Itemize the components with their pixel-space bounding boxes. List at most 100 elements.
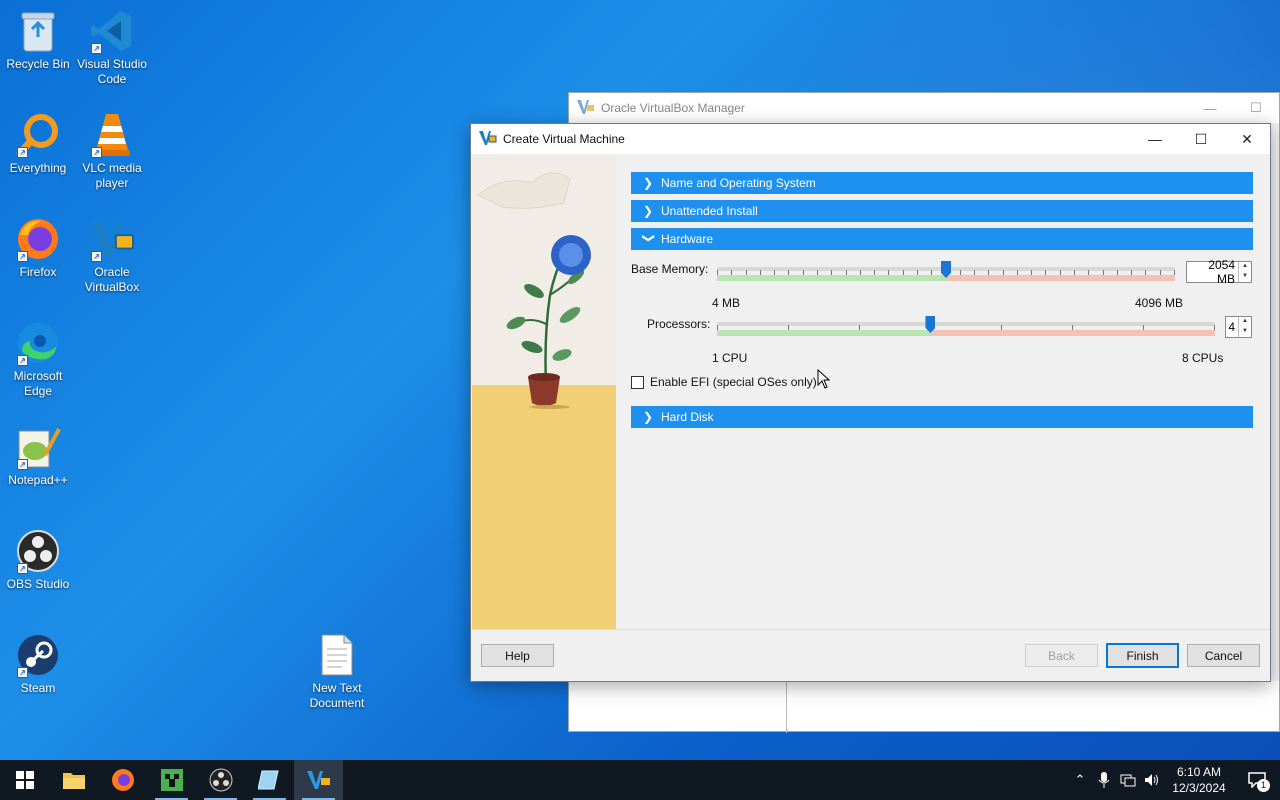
taskbar-virtualbox[interactable] (294, 760, 343, 800)
desktop-icon-label: Visual Studio Code (77, 57, 147, 86)
taskbar-file-explorer[interactable] (49, 760, 98, 800)
slider-tick (788, 325, 789, 330)
spin-up-icon[interactable]: ▲ (1239, 262, 1251, 272)
slider-tick (831, 270, 832, 275)
vlc-icon: ↗ (89, 112, 135, 158)
desktop-icon-label: Recycle Bin (6, 57, 70, 71)
start-icon (15, 771, 34, 789)
spin-down-icon[interactable]: ▼ (1239, 272, 1251, 282)
desktop-icon-vscode[interactable]: ↗ Visual Studio Code (74, 8, 150, 87)
chevron-down-icon: ❯ (642, 233, 656, 244)
desktop-icon-label: Oracle VirtualBox (84, 265, 140, 294)
file-explorer-icon (62, 773, 85, 789)
processors-spinbox[interactable]: 4 ▲ ▼ (1225, 316, 1252, 338)
back-button[interactable]: Back (1025, 644, 1098, 667)
desktop-icon-notepadpp[interactable]: ↗ Notepad++ (0, 424, 76, 488)
taskbar-firefox[interactable] (98, 760, 147, 800)
help-button[interactable]: Help (481, 644, 554, 667)
section-name-and-os[interactable]: ❯ Name and Operating System (631, 172, 1253, 194)
notepad-icon (257, 770, 279, 790)
base-memory-spinbox[interactable]: 2054 MB ▲ ▼ (1186, 258, 1252, 286)
slider-tick (1017, 270, 1018, 275)
manager-minimize-button[interactable]: — (1187, 93, 1233, 123)
obs-icon: ↗ (15, 528, 61, 574)
enable-efi-label: Enable EFI (special OSes only) (650, 375, 817, 389)
slider-tick (746, 270, 747, 275)
section-unattended-install[interactable]: ❯ Unattended Install (631, 200, 1253, 222)
desktop-icon-virtualbox[interactable]: ↗ Oracle VirtualBox (74, 216, 150, 295)
dialog-close-button[interactable]: ✕ (1224, 124, 1270, 154)
chevron-right-icon: ❯ (643, 176, 654, 190)
desktop-icon-recycle-bin[interactable]: Recycle Bin (0, 8, 76, 72)
slider-tick (803, 270, 804, 275)
dialog-button-bar: Help Back Finish Cancel (471, 629, 1270, 681)
action-center-button[interactable]: 1 (1234, 760, 1280, 800)
desktop-icon-firefox[interactable]: ↗ Firefox (0, 216, 76, 280)
slider-tick (731, 270, 732, 275)
enable-efi-checkbox-row[interactable]: Enable EFI (special OSes only) (631, 375, 817, 389)
volume-icon[interactable] (1140, 760, 1164, 800)
notepadpp-icon: ↗ (15, 424, 61, 470)
enable-efi-checkbox[interactable] (631, 375, 644, 389)
manager-pane-divider[interactable] (786, 681, 787, 733)
manager-title: Oracle VirtualBox Manager (601, 101, 745, 115)
create-vm-dialog[interactable]: Create Virtual Machine — ☐ ✕ ❯ Name and … (470, 123, 1271, 682)
manager-title-bar[interactable]: Oracle VirtualBox Manager (569, 93, 1279, 123)
slider-tick (1143, 325, 1144, 330)
desktop-icon-vlc[interactable]: ↗ VLC media player (74, 112, 150, 191)
slider-tick (1045, 270, 1046, 275)
recycle-bin-icon (15, 8, 61, 54)
clock-time: 6:10 AM (1176, 765, 1222, 779)
desktop-icon-obs[interactable]: ↗ OBS Studio (0, 528, 76, 592)
spin-up-icon[interactable]: ▲ (1239, 317, 1251, 327)
network-icon[interactable] (1116, 760, 1140, 800)
dialog-title: Create Virtual Machine (503, 132, 625, 146)
chevron-right-icon: ❯ (643, 410, 654, 424)
slider-tick (917, 270, 918, 275)
slider-tick (859, 325, 860, 330)
slider-tick (1003, 270, 1004, 275)
cancel-button[interactable]: Cancel (1187, 644, 1260, 667)
slider-tick (860, 270, 861, 275)
taskbar-obs[interactable] (196, 760, 245, 800)
taskbar-notepad[interactable] (245, 760, 294, 800)
desktop-icon-label: Firefox (19, 265, 57, 279)
firefox-icon: ↗ (15, 216, 61, 262)
desktop-icon-label: Notepad++ (8, 473, 68, 487)
dialog-minimize-button[interactable]: — (1132, 124, 1178, 154)
section-hard-disk[interactable]: ❯ Hard Disk (631, 406, 1253, 428)
slider-tick (1060, 270, 1061, 275)
show-hidden-icons-chevron-up-icon[interactable]: ⌃ (1068, 760, 1092, 800)
processors-min: 1 CPU (712, 351, 748, 365)
slider-tick (931, 270, 932, 275)
slider-tick (903, 270, 904, 275)
desktop-icon-everything[interactable]: ↗ Everything (0, 112, 76, 176)
processors-value: 4 (1228, 320, 1235, 334)
virtualbox-icon: ↗ (89, 216, 135, 262)
slider-tick (1088, 270, 1089, 275)
desktop-icon-new-text-document[interactable]: New Text Document (299, 632, 375, 711)
clock-date: 12/3/2024 (1172, 781, 1226, 795)
start-button[interactable] (0, 760, 49, 800)
wizard-content: ❯ Name and Operating System ❯ Unattended… (631, 172, 1253, 434)
desktop-icon-steam[interactable]: ↗ Steam (0, 632, 76, 696)
microphone-icon[interactable] (1092, 760, 1116, 800)
desktop-icon-edge[interactable]: ↗ Microsoft Edge (0, 320, 76, 399)
slider-tick (1174, 270, 1175, 275)
finish-button[interactable]: Finish (1106, 643, 1179, 668)
slider-tick (1103, 270, 1104, 275)
text-document-icon (314, 632, 360, 678)
desktop-icon-label: Everything (9, 161, 67, 175)
section-hardware[interactable]: ❯ Hardware (631, 228, 1253, 250)
slider-tick (774, 270, 775, 275)
slider-tick (1145, 270, 1146, 275)
mouse-cursor-icon (817, 368, 831, 392)
taskbar-clock[interactable]: 6:10 AM 12/3/2024 (1164, 764, 1234, 796)
spin-down-icon[interactable]: ▼ (1239, 327, 1251, 337)
manager-maximize-button[interactable]: ☐ (1233, 93, 1279, 123)
taskbar-minecraft[interactable] (147, 760, 196, 800)
desktop-icon-label: New Text Document (309, 681, 365, 710)
slider-tick (1074, 270, 1075, 275)
dialog-maximize-button[interactable]: ☐ (1178, 124, 1224, 154)
taskbar: ⌃ 6:10 AM 12/3/2024 1 (0, 760, 1280, 800)
